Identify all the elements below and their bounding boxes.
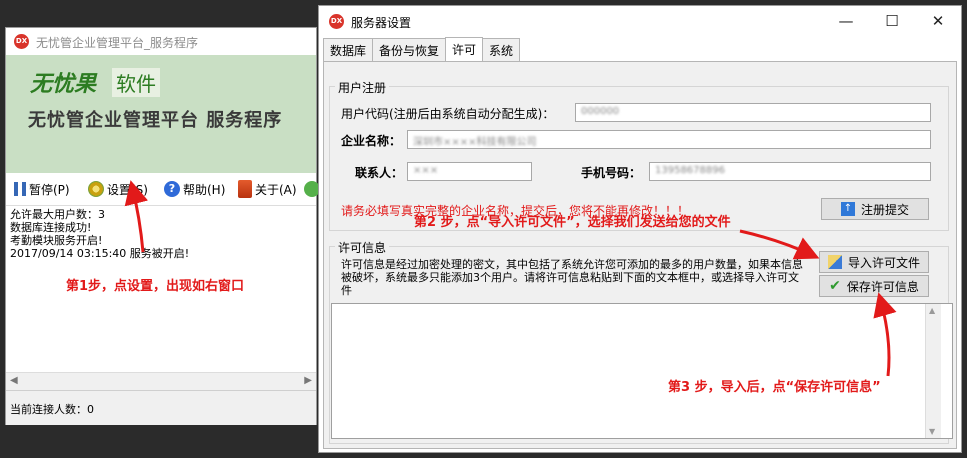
user-code-label: 用户代码(注册后由系统自动分配生成)： bbox=[341, 107, 555, 121]
scroll-up-icon[interactable]: ▲ bbox=[929, 306, 935, 315]
tab-database[interactable]: 数据库 bbox=[323, 38, 374, 61]
step2-annotation: 第2 步，点“导入许可文件”，选择我们发送给您的文件 bbox=[414, 215, 731, 230]
about-button[interactable]: 关于(A) bbox=[238, 177, 297, 201]
register-submit-button[interactable]: ↑ 注册提交 bbox=[821, 198, 929, 220]
log-line: 允许最大用户数：3 bbox=[10, 208, 105, 221]
phone-label: 手机号码： bbox=[581, 166, 642, 180]
gear-icon bbox=[88, 181, 104, 197]
about-label: 关于(A) bbox=[255, 182, 297, 197]
register-submit-label: 注册提交 bbox=[860, 202, 909, 217]
import-file-icon bbox=[827, 255, 842, 269]
contact-field[interactable]: ××× bbox=[407, 162, 532, 181]
pause-icon bbox=[14, 182, 26, 196]
settings-button[interactable]: 设置(S) bbox=[88, 177, 148, 201]
banner-subtitle: 无忧管企业管理平台 服务程序 bbox=[28, 110, 283, 131]
scroll-right-icon[interactable]: ▶ bbox=[304, 375, 312, 386]
log-line: 数据库连接成功! bbox=[10, 221, 92, 234]
tab-bar: 数据库 备份与恢复 许可 系统 bbox=[323, 37, 521, 62]
scroll-down-icon[interactable]: ▼ bbox=[929, 427, 935, 436]
minimize-icon[interactable]: — bbox=[823, 6, 869, 36]
toolbar: 暂停(P) 设置(S) ? 帮助(H) 关于(A) bbox=[6, 173, 320, 206]
license-group-label: 许可信息 bbox=[335, 239, 390, 256]
log-line: 考勤模块服务开启! bbox=[10, 234, 103, 247]
step1-annotation: 第1步，点设置，出现如右窗口 bbox=[66, 279, 245, 294]
log-line: 2017/09/14 03:15:40 服务被开启! bbox=[10, 247, 190, 260]
dialog-title: 服务器设置 bbox=[351, 16, 412, 30]
title-bar[interactable]: DX 无忧管企业管理平台_服务程序 bbox=[6, 28, 316, 55]
tab-license[interactable]: 许可 bbox=[445, 37, 484, 62]
scroll-left-icon[interactable]: ◀ bbox=[10, 375, 18, 386]
service-window: DX 无忧管企业管理平台_服务程序 无忧果 软件 无忧管企业管理平台 服务程序 … bbox=[5, 27, 320, 425]
save-license-button[interactable]: ✔ 保存许可信息 bbox=[819, 275, 929, 297]
license-vertical-scrollbar[interactable]: ▲ ▼ bbox=[925, 304, 941, 438]
step3-annotation: 第3 步，导入后，点“保存许可信息” bbox=[668, 380, 881, 395]
banner: 无忧果 软件 无忧管企业管理平台 服务程序 bbox=[6, 55, 316, 173]
connection-count: 当前连接人数：0 bbox=[10, 403, 94, 416]
app-logo-icon: DX bbox=[14, 34, 29, 49]
window-title: 无忧管企业管理平台_服务程序 bbox=[36, 36, 199, 50]
license-textarea[interactable] bbox=[331, 303, 953, 439]
brand-logo: 无忧果 bbox=[30, 71, 97, 97]
save-license-label: 保存许可信息 bbox=[846, 279, 919, 294]
log-panel: 允许最大用户数：3 数据库连接成功! 考勤模块服务开启! 2017/09/14 … bbox=[10, 208, 310, 260]
company-label: 企业名称： bbox=[341, 134, 402, 148]
horizontal-scrollbar[interactable]: ◀ ▶ bbox=[6, 372, 316, 390]
phone-field[interactable]: 13958678896 bbox=[649, 162, 931, 181]
registration-group-label: 用户注册 bbox=[335, 79, 390, 96]
book-icon bbox=[238, 180, 252, 198]
license-description: 许可信息是经过加密处理的密文，其中包括了系统允许您可添加的最多的用户数量，如果本… bbox=[341, 258, 803, 297]
status-bar: 当前连接人数：0 bbox=[6, 390, 316, 425]
settings-label: 设置(S) bbox=[107, 182, 148, 197]
app-logo-icon: DX bbox=[329, 14, 344, 29]
import-license-label: 导入许可文件 bbox=[847, 255, 920, 270]
help-label: 帮助(H) bbox=[183, 182, 226, 197]
help-icon: ? bbox=[164, 181, 180, 197]
arrow-up-icon: ↑ bbox=[840, 202, 855, 216]
help-button[interactable]: ? 帮助(H) bbox=[164, 177, 225, 201]
contact-label: 联系人： bbox=[355, 166, 404, 180]
tab-system[interactable]: 系统 bbox=[482, 38, 521, 61]
close-icon[interactable]: ✕ bbox=[915, 6, 961, 36]
tab-backup[interactable]: 备份与恢复 bbox=[372, 38, 447, 61]
maximize-icon[interactable]: ☐ bbox=[869, 6, 915, 36]
pause-label: 暂停(P) bbox=[29, 182, 70, 197]
pause-button[interactable]: 暂停(P) bbox=[14, 177, 70, 201]
checkmark-icon: ✔ bbox=[829, 278, 841, 294]
company-field[interactable]: 深圳市××××科技有限公司 bbox=[407, 130, 931, 149]
user-code-field[interactable]: 000000 bbox=[575, 103, 931, 122]
brand-tag: 软件 bbox=[112, 68, 160, 97]
import-license-button[interactable]: 导入许可文件 bbox=[819, 251, 929, 273]
